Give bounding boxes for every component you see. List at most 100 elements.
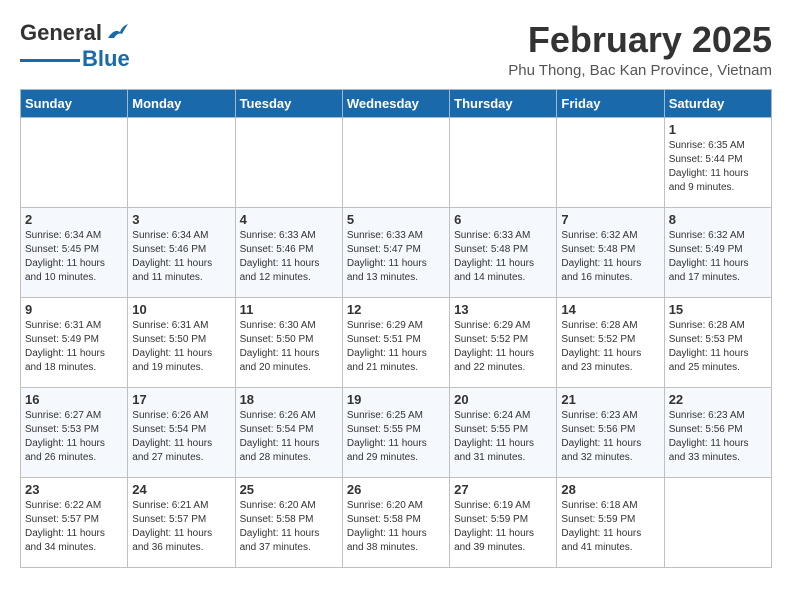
calendar-cell xyxy=(128,117,235,207)
day-info: Sunrise: 6:31 AM Sunset: 5:50 PM Dayligh… xyxy=(132,319,230,375)
logo: General Blue xyxy=(20,20,130,72)
logo-general: General xyxy=(20,20,102,46)
day-info: Sunrise: 6:26 AM Sunset: 5:54 PM Dayligh… xyxy=(132,409,230,465)
day-info: Sunrise: 6:22 AM Sunset: 5:57 PM Dayligh… xyxy=(25,499,123,555)
day-info: Sunrise: 6:23 AM Sunset: 5:56 PM Dayligh… xyxy=(669,409,767,465)
day-info: Sunrise: 6:20 AM Sunset: 5:58 PM Dayligh… xyxy=(347,499,445,555)
day-number: 13 xyxy=(454,302,552,317)
calendar-cell xyxy=(664,477,771,567)
calendar-cell: 24 Sunrise: 6:21 AM Sunset: 5:57 PM Dayli… xyxy=(128,477,235,567)
day-info: Sunrise: 6:23 AM Sunset: 5:56 PM Dayligh… xyxy=(561,409,659,465)
calendar-week-5: 23 Sunrise: 6:22 AM Sunset: 5:57 PM Dayli… xyxy=(21,477,772,567)
day-info: Sunrise: 6:33 AM Sunset: 5:48 PM Dayligh… xyxy=(454,229,552,285)
calendar-cell: 16Sunrise: 6:27 AM Sunset: 5:53 PM Dayli… xyxy=(21,387,128,477)
calendar-cell: 14Sunrise: 6:28 AM Sunset: 5:52 PM Dayli… xyxy=(557,297,664,387)
calendar-cell: 17 Sunrise: 6:26 AM Sunset: 5:54 PM Dayli… xyxy=(128,387,235,477)
calendar-cell: 21 Sunrise: 6:23 AM Sunset: 5:56 PM Dayli… xyxy=(557,387,664,477)
calendar-cell: 10Sunrise: 6:31 AM Sunset: 5:50 PM Dayli… xyxy=(128,297,235,387)
calendar-cell: 28 Sunrise: 6:18 AM Sunset: 5:59 PM Dayli… xyxy=(557,477,664,567)
day-info: Sunrise: 6:34 AM Sunset: 5:46 PM Dayligh… xyxy=(132,229,230,285)
day-info: Sunrise: 6:32 AM Sunset: 5:49 PM Dayligh… xyxy=(669,229,767,285)
weekday-monday: Monday xyxy=(128,89,235,117)
weekday-friday: Friday xyxy=(557,89,664,117)
day-number: 28 xyxy=(561,482,659,497)
day-number: 17 xyxy=(132,392,230,407)
calendar-cell: 19 Sunrise: 6:25 AM Sunset: 5:55 PM Dayli… xyxy=(342,387,449,477)
day-info: Sunrise: 6:21 AM Sunset: 5:57 PM Dayligh… xyxy=(132,499,230,555)
calendar-cell: 8 Sunrise: 6:32 AM Sunset: 5:49 PM Daylig… xyxy=(664,207,771,297)
logo-underline xyxy=(20,59,80,62)
day-number: 11 xyxy=(240,302,338,317)
day-number: 3 xyxy=(132,212,230,227)
day-number: 21 xyxy=(561,392,659,407)
day-number: 16 xyxy=(25,392,123,407)
day-number: 24 xyxy=(132,482,230,497)
weekday-sunday: Sunday xyxy=(21,89,128,117)
day-number: 26 xyxy=(347,482,445,497)
calendar-cell: 11Sunrise: 6:30 AM Sunset: 5:50 PM Dayli… xyxy=(235,297,342,387)
calendar-cell: 4 Sunrise: 6:33 AM Sunset: 5:46 PM Daylig… xyxy=(235,207,342,297)
day-number: 6 xyxy=(454,212,552,227)
calendar-cell xyxy=(235,117,342,207)
day-info: Sunrise: 6:25 AM Sunset: 5:55 PM Dayligh… xyxy=(347,409,445,465)
day-number: 18 xyxy=(240,392,338,407)
calendar-cell: 22 Sunrise: 6:23 AM Sunset: 5:56 PM Dayli… xyxy=(664,387,771,477)
calendar-cell: 18 Sunrise: 6:26 AM Sunset: 5:54 PM Dayli… xyxy=(235,387,342,477)
calendar-cell: 5 Sunrise: 6:33 AM Sunset: 5:47 PM Daylig… xyxy=(342,207,449,297)
day-number: 15 xyxy=(669,302,767,317)
day-info: Sunrise: 6:20 AM Sunset: 5:58 PM Dayligh… xyxy=(240,499,338,555)
day-info: Sunrise: 6:32 AM Sunset: 5:48 PM Dayligh… xyxy=(561,229,659,285)
day-number: 20 xyxy=(454,392,552,407)
calendar-cell: 7 Sunrise: 6:32 AM Sunset: 5:48 PM Daylig… xyxy=(557,207,664,297)
day-info: Sunrise: 6:34 AM Sunset: 5:45 PM Dayligh… xyxy=(25,229,123,285)
day-number: 2 xyxy=(25,212,123,227)
day-number: 22 xyxy=(669,392,767,407)
calendar-cell: 12Sunrise: 6:29 AM Sunset: 5:51 PM Dayli… xyxy=(342,297,449,387)
day-info: Sunrise: 6:24 AM Sunset: 5:55 PM Dayligh… xyxy=(454,409,552,465)
day-number: 25 xyxy=(240,482,338,497)
calendar-week-2: 2 Sunrise: 6:34 AM Sunset: 5:45 PM Daylig… xyxy=(21,207,772,297)
calendar-week-4: 16Sunrise: 6:27 AM Sunset: 5:53 PM Dayli… xyxy=(21,387,772,477)
day-number: 19 xyxy=(347,392,445,407)
calendar-cell: 20 Sunrise: 6:24 AM Sunset: 5:55 PM Dayli… xyxy=(450,387,557,477)
calendar-cell: 13 Sunrise: 6:29 AM Sunset: 5:52 PM Dayli… xyxy=(450,297,557,387)
calendar-cell: 9Sunrise: 6:31 AM Sunset: 5:49 PM Daylig… xyxy=(21,297,128,387)
day-info: Sunrise: 6:29 AM Sunset: 5:52 PM Dayligh… xyxy=(454,319,552,375)
day-number: 7 xyxy=(561,212,659,227)
weekday-header-row: SundayMondayTuesdayWednesdayThursdayFrid… xyxy=(21,89,772,117)
day-info: Sunrise: 6:26 AM Sunset: 5:54 PM Dayligh… xyxy=(240,409,338,465)
day-number: 12 xyxy=(347,302,445,317)
calendar-cell: 25 Sunrise: 6:20 AM Sunset: 5:58 PM Dayli… xyxy=(235,477,342,567)
day-info: Sunrise: 6:33 AM Sunset: 5:47 PM Dayligh… xyxy=(347,229,445,285)
title-area: February 2025 Phu Thong, Bac Kan Provinc… xyxy=(508,20,772,79)
day-info: Sunrise: 6:28 AM Sunset: 5:53 PM Dayligh… xyxy=(669,319,767,375)
logo-blue: Blue xyxy=(82,46,130,72)
day-number: 4 xyxy=(240,212,338,227)
calendar-cell xyxy=(557,117,664,207)
day-number: 5 xyxy=(347,212,445,227)
day-number: 23 xyxy=(25,482,123,497)
calendar-cell: 27Sunrise: 6:19 AM Sunset: 5:59 PM Dayli… xyxy=(450,477,557,567)
day-number: 1 xyxy=(669,122,767,137)
weekday-wednesday: Wednesday xyxy=(342,89,449,117)
calendar-cell: 23 Sunrise: 6:22 AM Sunset: 5:57 PM Dayli… xyxy=(21,477,128,567)
weekday-thursday: Thursday xyxy=(450,89,557,117)
calendar-cell: 2 Sunrise: 6:34 AM Sunset: 5:45 PM Daylig… xyxy=(21,207,128,297)
location-title: Phu Thong, Bac Kan Province, Vietnam xyxy=(508,62,772,79)
calendar-table: SundayMondayTuesdayWednesdayThursdayFrid… xyxy=(20,89,772,568)
logo-bird-icon xyxy=(106,24,128,42)
day-info: Sunrise: 6:18 AM Sunset: 5:59 PM Dayligh… xyxy=(561,499,659,555)
day-info: Sunrise: 6:33 AM Sunset: 5:46 PM Dayligh… xyxy=(240,229,338,285)
calendar-cell: 3 Sunrise: 6:34 AM Sunset: 5:46 PM Daylig… xyxy=(128,207,235,297)
calendar-week-1: 1 Sunrise: 6:35 AM Sunset: 5:44 PM Daylig… xyxy=(21,117,772,207)
calendar-week-3: 9Sunrise: 6:31 AM Sunset: 5:49 PM Daylig… xyxy=(21,297,772,387)
weekday-tuesday: Tuesday xyxy=(235,89,342,117)
day-info: Sunrise: 6:19 AM Sunset: 5:59 PM Dayligh… xyxy=(454,499,552,555)
day-info: Sunrise: 6:35 AM Sunset: 5:44 PM Dayligh… xyxy=(669,139,767,195)
header: General Blue February 2025 Phu Thong, Ba… xyxy=(20,20,772,79)
day-number: 9 xyxy=(25,302,123,317)
day-number: 8 xyxy=(669,212,767,227)
calendar-cell xyxy=(21,117,128,207)
calendar-cell: 26 Sunrise: 6:20 AM Sunset: 5:58 PM Dayli… xyxy=(342,477,449,567)
calendar-cell xyxy=(342,117,449,207)
